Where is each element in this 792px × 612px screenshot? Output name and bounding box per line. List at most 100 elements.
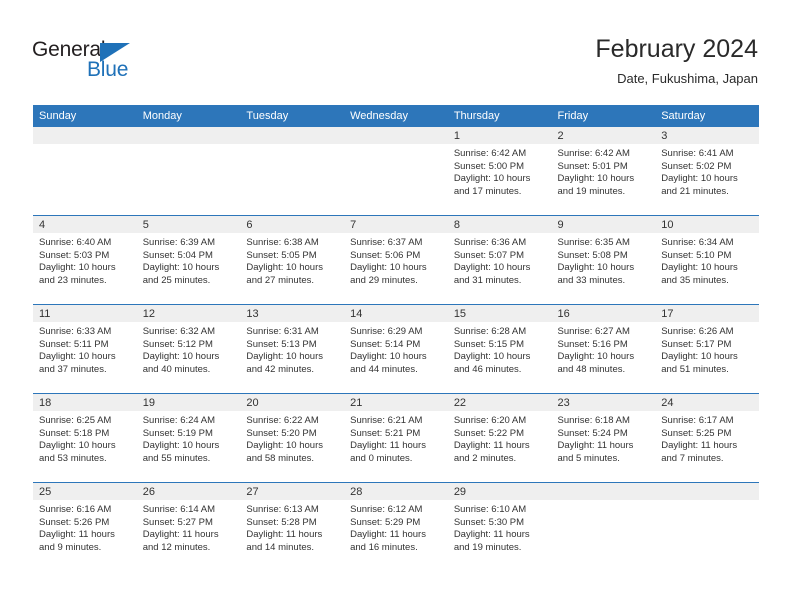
sunrise-time: Sunrise: 6:42 AM bbox=[453, 148, 527, 159]
daylight-duration-line-2: and 27 minutes. bbox=[246, 274, 315, 286]
day-number: 8 bbox=[447, 216, 552, 233]
calendar-day-cell[interactable]: 20 Sunrise: 6:22 AM Sunset: 5:20 PM Dayligh… bbox=[240, 393, 345, 483]
calendar-day-cell[interactable]: 16 Sunrise: 6:27 AM Sunset: 5:16 PM Dayligh… bbox=[551, 304, 656, 394]
day-number: 18 bbox=[33, 394, 137, 411]
daylight-duration-line-2: and 7 minutes. bbox=[661, 452, 724, 464]
day-number: 2 bbox=[551, 127, 656, 144]
daylight-duration-line-2: and 46 minutes. bbox=[453, 363, 522, 375]
sunset-time: Sunset: 5:03 PM bbox=[39, 249, 110, 261]
calendar-day-cell[interactable]: 2 Sunrise: 6:42 AM Sunset: 5:01 PM Daylight… bbox=[551, 127, 656, 216]
sunrise-time: Sunrise: 6:42 AM bbox=[557, 148, 630, 159]
daylight-duration-line-1: Daylight: 10 hours bbox=[350, 351, 427, 363]
daylight-duration-line-1: Daylight: 10 hours bbox=[453, 351, 531, 363]
calendar-day-cell[interactable]: 22 Sunrise: 6:20 AM Sunset: 5:22 PM Dayligh… bbox=[447, 393, 552, 483]
sunset-time: Sunset: 5:12 PM bbox=[142, 338, 213, 350]
day-number: 28 bbox=[344, 483, 448, 500]
sunset-time: Sunset: 5:04 PM bbox=[142, 249, 213, 261]
sunset-time: Sunset: 5:28 PM bbox=[246, 516, 317, 528]
daylight-duration-line-2: and 25 minutes. bbox=[142, 274, 211, 286]
calendar-day-cell[interactable]: 23 Sunrise: 6:18 AM Sunset: 5:24 PM Dayligh… bbox=[551, 393, 656, 483]
daylight-duration-line-2: and 12 minutes. bbox=[142, 541, 211, 553]
calendar-day-cell[interactable]: 9 Sunrise: 6:35 AM Sunset: 5:08 PM Daylight… bbox=[551, 215, 656, 305]
daylight-duration-line-2: and 53 minutes. bbox=[39, 452, 107, 464]
calendar-day-cell[interactable]: 4 Sunrise: 6:40 AM Sunset: 5:03 PM Daylight… bbox=[33, 215, 137, 305]
calendar-day-cell[interactable]: 14 Sunrise: 6:29 AM Sunset: 5:14 PM Dayligh… bbox=[344, 304, 448, 394]
calendar-day-cell[interactable]: 24 Sunrise: 6:17 AM Sunset: 5:25 PM Dayligh… bbox=[655, 393, 759, 483]
calendar-day-cell[interactable]: 6 Sunrise: 6:38 AM Sunset: 5:05 PM Daylight… bbox=[240, 215, 345, 305]
sunset-time: Sunset: 5:26 PM bbox=[39, 516, 110, 528]
page-subtitle: Date, Fukushima, Japan bbox=[617, 71, 758, 86]
sunset-time: Sunset: 5:13 PM bbox=[246, 338, 317, 350]
sunset-time: Sunset: 5:02 PM bbox=[661, 160, 732, 172]
daylight-duration-line-1: Daylight: 10 hours bbox=[350, 262, 427, 274]
calendar-day-cell[interactable]: 5 Sunrise: 6:39 AM Sunset: 5:04 PM Daylight… bbox=[136, 215, 241, 305]
sunrise-time: Sunrise: 6:26 AM bbox=[661, 326, 734, 337]
daylight-duration-line-1: Daylight: 11 hours bbox=[661, 440, 738, 452]
day-number bbox=[136, 127, 241, 144]
calendar-day-cell[interactable]: 13 Sunrise: 6:31 AM Sunset: 5:13 PM Dayligh… bbox=[240, 304, 345, 394]
day-details: Sunrise: 6:40 AM Sunset: 5:03 PM Daylight:… bbox=[33, 233, 137, 287]
sunset-time: Sunset: 5:08 PM bbox=[557, 249, 628, 261]
day-details: Sunrise: 6:32 AM Sunset: 5:12 PM Daylight:… bbox=[137, 322, 241, 376]
calendar-day-cell[interactable]: 26 Sunrise: 6:14 AM Sunset: 5:27 PM Dayligh… bbox=[136, 482, 241, 571]
sunrise-time: Sunrise: 6:14 AM bbox=[142, 504, 216, 515]
calendar-day-cell[interactable]: 15 Sunrise: 6:28 AM Sunset: 5:15 PM Dayligh… bbox=[447, 304, 552, 394]
day-number bbox=[655, 483, 759, 500]
sunrise-time: Sunrise: 6:37 AM bbox=[350, 237, 423, 248]
sunrise-time: Sunrise: 6:12 AM bbox=[350, 504, 423, 515]
day-details: Sunrise: 6:42 AM Sunset: 5:00 PM Daylight:… bbox=[448, 144, 552, 198]
daylight-duration-line-1: Daylight: 10 hours bbox=[39, 351, 116, 363]
daylight-duration-line-2: and 21 minutes. bbox=[661, 185, 729, 197]
calendar-day-cell[interactable]: 1 Sunrise: 6:42 AM Sunset: 5:00 PM Daylight… bbox=[447, 127, 552, 216]
daylight-duration-line-1: Daylight: 10 hours bbox=[557, 262, 635, 274]
calendar-day-cell[interactable]: 3 Sunrise: 6:41 AM Sunset: 5:02 PM Daylight… bbox=[655, 127, 759, 216]
calendar-day-cell[interactable]: 17 Sunrise: 6:26 AM Sunset: 5:17 PM Dayligh… bbox=[655, 304, 759, 394]
sunset-time: Sunset: 5:01 PM bbox=[557, 160, 628, 172]
day-details: Sunrise: 6:33 AM Sunset: 5:11 PM Daylight:… bbox=[33, 322, 137, 376]
weekday-header-thursday: Thursday bbox=[447, 105, 552, 127]
day-details: Sunrise: 6:20 AM Sunset: 5:22 PM Daylight:… bbox=[448, 411, 552, 465]
day-details: Sunrise: 6:16 AM Sunset: 5:26 PM Daylight:… bbox=[33, 500, 137, 554]
calendar-day-cell[interactable]: 29 Sunrise: 6:10 AM Sunset: 5:30 PM Dayligh… bbox=[447, 482, 552, 571]
calendar-day-cell[interactable]: 25 Sunrise: 6:16 AM Sunset: 5:26 PM Dayligh… bbox=[33, 482, 137, 571]
daylight-duration-line-1: Daylight: 11 hours bbox=[350, 440, 426, 452]
calendar-day-cell[interactable]: 10 Sunrise: 6:34 AM Sunset: 5:10 PM Dayligh… bbox=[655, 215, 759, 305]
calendar-day-cell[interactable]: 19 Sunrise: 6:24 AM Sunset: 5:19 PM Dayligh… bbox=[136, 393, 241, 483]
calendar-day-cell[interactable]: 28 Sunrise: 6:12 AM Sunset: 5:29 PM Dayligh… bbox=[344, 482, 448, 571]
sunset-time: Sunset: 5:24 PM bbox=[557, 427, 628, 439]
generalblue-logo[interactable]: General Blue bbox=[32, 38, 162, 84]
daylight-duration-line-2: and 55 minutes. bbox=[142, 452, 211, 464]
day-details: Sunrise: 6:27 AM Sunset: 5:16 PM Daylight:… bbox=[552, 322, 656, 376]
sunset-time: Sunset: 5:25 PM bbox=[661, 427, 732, 439]
weekday-header-friday: Friday bbox=[551, 105, 656, 127]
daylight-duration-line-1: Daylight: 10 hours bbox=[39, 440, 116, 452]
day-number: 12 bbox=[136, 305, 241, 322]
daylight-duration-line-1: Daylight: 11 hours bbox=[557, 440, 634, 452]
day-number: 23 bbox=[551, 394, 656, 411]
sunset-time: Sunset: 5:06 PM bbox=[350, 249, 421, 261]
daylight-duration-line-1: Daylight: 10 hours bbox=[246, 262, 323, 274]
calendar-day-cell[interactable]: 12 Sunrise: 6:32 AM Sunset: 5:12 PM Dayligh… bbox=[136, 304, 241, 394]
calendar-day-cell[interactable]: 27 Sunrise: 6:13 AM Sunset: 5:28 PM Dayligh… bbox=[240, 482, 345, 571]
day-details: Sunrise: 6:31 AM Sunset: 5:13 PM Daylight:… bbox=[240, 322, 344, 376]
sunrise-time: Sunrise: 6:31 AM bbox=[246, 326, 319, 337]
day-details: Sunrise: 6:29 AM Sunset: 5:14 PM Daylight:… bbox=[344, 322, 448, 376]
sunrise-time: Sunrise: 6:41 AM bbox=[661, 148, 734, 159]
day-details: Sunrise: 6:25 AM Sunset: 5:18 PM Daylight:… bbox=[33, 411, 137, 465]
calendar-day-cell[interactable]: 21 Sunrise: 6:21 AM Sunset: 5:21 PM Dayligh… bbox=[344, 393, 448, 483]
day-number bbox=[344, 127, 448, 144]
sunrise-time: Sunrise: 6:28 AM bbox=[453, 326, 527, 337]
day-details: Sunrise: 6:14 AM Sunset: 5:27 PM Daylight:… bbox=[137, 500, 241, 554]
sunset-time: Sunset: 5:27 PM bbox=[142, 516, 213, 528]
calendar-day-cell[interactable]: 7 Sunrise: 6:37 AM Sunset: 5:06 PM Daylight… bbox=[344, 215, 448, 305]
daylight-duration-line-2: and 44 minutes. bbox=[350, 363, 418, 375]
sunset-time: Sunset: 5:00 PM bbox=[453, 160, 525, 172]
calendar-day-cell[interactable]: 18 Sunrise: 6:25 AM Sunset: 5:18 PM Dayligh… bbox=[33, 393, 137, 483]
calendar-day-cell[interactable]: 11 Sunrise: 6:33 AM Sunset: 5:11 PM Dayligh… bbox=[33, 304, 137, 394]
sunrise-time: Sunrise: 6:35 AM bbox=[557, 237, 630, 248]
day-details: Sunrise: 6:38 AM Sunset: 5:05 PM Daylight:… bbox=[240, 233, 344, 287]
day-details: Sunrise: 6:36 AM Sunset: 5:07 PM Daylight:… bbox=[448, 233, 552, 287]
calendar-day-cell[interactable]: 8 Sunrise: 6:36 AM Sunset: 5:07 PM Daylight… bbox=[447, 215, 552, 305]
sunrise-sunset-calendar: Sunday Monday Tuesday Wednesday Thursday… bbox=[33, 105, 759, 571]
weekday-header-monday: Monday bbox=[136, 105, 241, 127]
